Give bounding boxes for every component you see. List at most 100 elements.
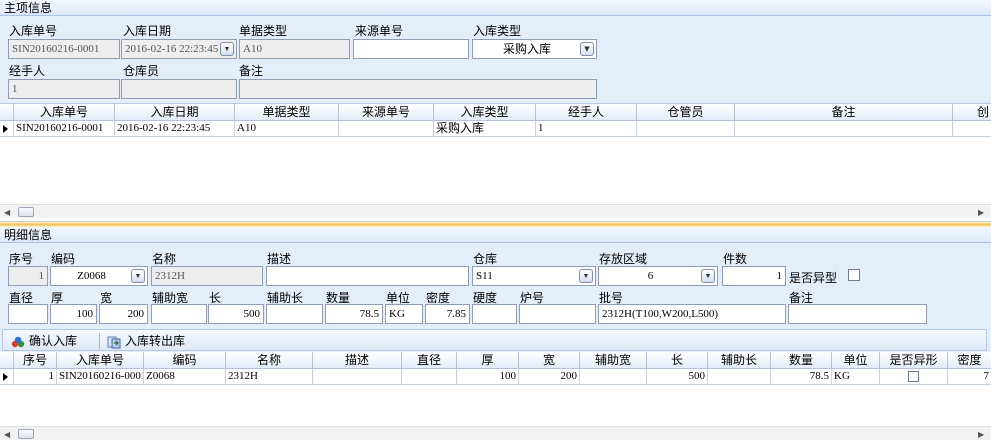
chevron-down-icon[interactable]: ▼ <box>220 42 234 56</box>
table-cell[interactable] <box>339 121 434 137</box>
table-cell[interactable] <box>708 369 771 385</box>
irregular-row-checkbox[interactable] <box>908 371 919 382</box>
furnace-field[interactable] <box>519 304 596 324</box>
scroll-right-icon[interactable]: ▶ <box>978 430 984 439</box>
pieces-field[interactable]: 1 <box>722 266 786 286</box>
source-no-field[interactable] <box>353 39 469 59</box>
table-cell[interactable] <box>313 369 402 385</box>
area-value: 6 <box>647 270 654 282</box>
table-cell[interactable] <box>637 121 735 137</box>
column-header[interactable]: 名称 <box>226 352 313 369</box>
table-cell[interactable]: Z0068 <box>144 369 226 385</box>
detail-grid[interactable]: 序号 入库单号 编码 名称 描述 直径 厚 宽 辅助宽 长 辅助长 数量 单位 … <box>0 352 991 442</box>
code-select[interactable]: Z0068 ▼ <box>50 266 148 286</box>
name-field[interactable]: 2312H <box>151 266 263 286</box>
chevron-down-icon[interactable]: ▼ <box>580 42 594 56</box>
column-header[interactable]: 入库日期 <box>115 104 235 121</box>
column-header[interactable]: 数量 <box>771 352 832 369</box>
column-header[interactable]: 入库单号 <box>14 104 115 121</box>
column-header[interactable]: 经手人 <box>536 104 637 121</box>
table-cell[interactable]: SIN20160216-0001 <box>14 121 115 137</box>
column-header[interactable]: 单据类型 <box>235 104 339 121</box>
table-cell[interactable] <box>402 369 457 385</box>
thick-field[interactable]: 100 <box>50 304 97 324</box>
in-type-select[interactable]: 采购入库 ▼ <box>472 39 597 59</box>
transfer-outbound-button[interactable]: 入库转出库 <box>107 332 185 350</box>
detail-grid-hscrollbar[interactable]: ◀ ▶ <box>0 426 991 440</box>
table-cell[interactable]: A10 <box>235 121 339 137</box>
table-cell[interactable]: 100 <box>457 369 519 385</box>
scroll-thumb[interactable] <box>18 207 34 217</box>
column-header[interactable]: 描述 <box>313 352 402 369</box>
scroll-right-icon[interactable]: ▶ <box>978 208 984 217</box>
column-header[interactable]: 来源单号 <box>339 104 434 121</box>
column-header[interactable]: 单位 <box>832 352 880 369</box>
column-header[interactable]: 直径 <box>402 352 457 369</box>
master-grid[interactable]: 入库单号 入库日期 单据类型 来源单号 入库类型 经手人 仓管员 备注 创 SI… <box>0 104 991 222</box>
scroll-left-icon[interactable]: ◀ <box>4 430 10 439</box>
table-cell[interactable]: 采购入库 <box>434 121 536 137</box>
area-select[interactable]: 6 ▼ <box>598 266 718 286</box>
column-header[interactable]: 入库类型 <box>434 104 536 121</box>
column-header[interactable]: 是否异形 <box>880 352 948 369</box>
scroll-left-icon[interactable]: ◀ <box>4 208 10 217</box>
table-cell[interactable]: 1 <box>14 369 57 385</box>
chevron-down-icon[interactable]: ▼ <box>579 269 593 283</box>
handler-field[interactable]: 1 <box>8 79 120 99</box>
column-header[interactable]: 序号 <box>14 352 57 369</box>
table-cell[interactable]: KG <box>832 369 880 385</box>
seq-field[interactable]: 1 <box>8 266 48 286</box>
scroll-thumb[interactable] <box>18 429 34 439</box>
doc-type-field[interactable]: A10 <box>239 39 350 59</box>
table-cell-checkbox[interactable] <box>880 369 948 385</box>
qty-field[interactable]: 78.5 <box>325 304 383 324</box>
hardness-field[interactable] <box>472 304 517 324</box>
diameter-field[interactable] <box>8 304 48 324</box>
unit-field[interactable]: KG <box>385 304 423 324</box>
area-label: 存放区域 <box>599 252 648 266</box>
table-row[interactable]: 1 SIN20160216-0001 Z0068 2312H 100 200 5… <box>0 369 991 385</box>
column-header[interactable]: 长 <box>647 352 708 369</box>
column-header[interactable]: 仓管员 <box>637 104 735 121</box>
table-cell[interactable]: 78.5 <box>771 369 832 385</box>
confirm-inbound-button[interactable]: 确认入库 <box>11 332 77 350</box>
table-cell[interactable]: 7 <box>948 369 991 385</box>
column-header[interactable]: 备注 <box>735 104 953 121</box>
column-header[interactable]: 宽 <box>519 352 580 369</box>
desc-field[interactable] <box>266 266 469 286</box>
column-header[interactable]: 辅助长 <box>708 352 771 369</box>
column-header[interactable]: 入库单号 <box>57 352 144 369</box>
table-cell[interactable] <box>735 121 953 137</box>
irregular-checkbox[interactable] <box>848 269 860 281</box>
aux-length-field[interactable] <box>266 304 323 324</box>
date-picker[interactable]: 2016-02-16 22:23:45 ▼ <box>121 39 237 59</box>
order-no-field[interactable]: SIN20160216-0001 <box>8 39 120 59</box>
table-cell[interactable]: 2312H <box>226 369 313 385</box>
table-cell[interactable]: 2016-02-16 22:23:45 <box>115 121 235 137</box>
detail-remark-field[interactable] <box>788 304 927 324</box>
table-cell[interactable]: SIN20160216-0001 <box>57 369 144 385</box>
aux-width-field[interactable] <box>151 304 207 324</box>
master-grid-hscrollbar[interactable]: ◀ ▶ <box>0 204 991 218</box>
table-cell[interactable] <box>580 369 647 385</box>
chevron-down-icon[interactable]: ▼ <box>131 269 145 283</box>
table-row[interactable]: SIN20160216-0001 2016-02-16 22:23:45 A10… <box>0 121 991 137</box>
table-cell[interactable]: 1 <box>536 121 637 137</box>
width-field[interactable]: 200 <box>99 304 148 324</box>
chevron-down-icon[interactable]: ▼ <box>701 269 715 283</box>
table-cell[interactable] <box>953 121 991 137</box>
warehouse-select[interactable]: S11 ▼ <box>472 266 596 286</box>
column-header[interactable]: 密度 <box>948 352 991 369</box>
batch-field[interactable]: 2312H(T100,W200,L500) <box>598 304 786 324</box>
length-field[interactable]: 500 <box>208 304 264 324</box>
column-header[interactable]: 厚 <box>457 352 519 369</box>
table-cell[interactable]: 500 <box>647 369 708 385</box>
column-header[interactable]: 创 <box>953 104 991 121</box>
column-header[interactable]: 编码 <box>144 352 226 369</box>
remark-field[interactable] <box>239 79 597 99</box>
density-field[interactable]: 7.85 <box>425 304 470 324</box>
column-header[interactable]: 辅助宽 <box>580 352 647 369</box>
keeper-field[interactable] <box>121 79 237 99</box>
table-cell[interactable]: 200 <box>519 369 580 385</box>
column-header <box>0 352 14 369</box>
